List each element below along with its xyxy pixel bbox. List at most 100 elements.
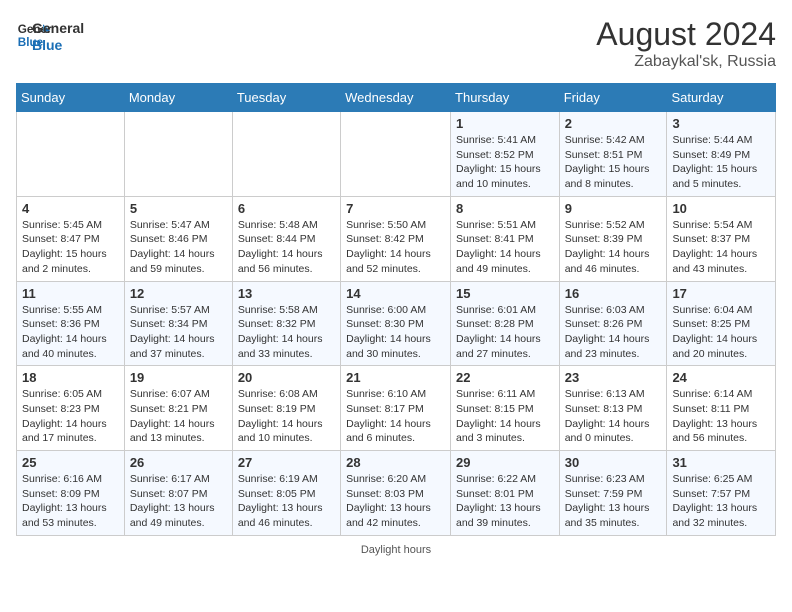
day-number: 8 [456,201,554,216]
calendar-week-row: 18Sunrise: 6:05 AM Sunset: 8:23 PM Dayli… [17,366,776,451]
footer-note: Daylight hours [16,544,776,556]
calendar-cell: 26 Sunrise: 6:17 AM Sunset: 8:07 PM Dayli… [124,451,232,536]
calendar-cell: 8 Sunrise: 5:51 AM Sunset: 8:41 PM Daylig… [451,196,560,281]
day-of-week-header: Monday [124,84,232,112]
day-number: 22 [456,370,554,385]
day-info: Sunrise: 6:11 AM Sunset: 8:15 PM Dayligh… [456,387,554,446]
day-info: Sunrise: 6:14 AM Sunset: 8:11 PM Dayligh… [672,387,770,446]
day-of-week-header: Wednesday [341,84,451,112]
calendar-week-row: 1 Sunrise: 5:41 AM Sunset: 8:52 PM Daylig… [17,112,776,197]
day-number: 27 [238,455,335,470]
logo-line1: General [32,20,84,37]
day-info: Sunrise: 5:58 AM Sunset: 8:32 PM Dayligh… [238,303,335,362]
calendar-cell: 17Sunrise: 6:04 AM Sunset: 8:25 PM Dayli… [667,281,776,366]
day-info: Sunrise: 5:42 AM Sunset: 8:51 PM Dayligh… [565,133,662,192]
day-info: Sunrise: 6:17 AM Sunset: 8:07 PM Dayligh… [130,472,227,531]
day-info: Sunrise: 5:50 AM Sunset: 8:42 PM Dayligh… [346,218,445,277]
day-number: 18 [22,370,119,385]
day-number: 19 [130,370,227,385]
calendar-cell: 12Sunrise: 5:57 AM Sunset: 8:34 PM Dayli… [124,281,232,366]
day-info: Sunrise: 5:54 AM Sunset: 8:37 PM Dayligh… [672,218,770,277]
calendar-cell: 19 Sunrise: 6:07 AM Sunset: 8:21 PM Dayli… [124,366,232,451]
calendar-cell: 15 Sunrise: 6:01 AM Sunset: 8:28 PM Dayli… [451,281,560,366]
calendar-cell: 25 Sunrise: 6:16 AM Sunset: 8:09 PM Dayli… [17,451,125,536]
day-number: 24 [672,370,770,385]
day-info: Sunrise: 5:48 AM Sunset: 8:44 PM Dayligh… [238,218,335,277]
day-info: Sunrise: 5:45 AM Sunset: 8:47 PM Dayligh… [22,218,119,277]
calendar-cell: 14 Sunrise: 6:00 AM Sunset: 8:30 PM Dayli… [341,281,451,366]
calendar-cell: 28Sunrise: 6:20 AM Sunset: 8:03 PM Dayli… [341,451,451,536]
title-block: August 2024 Zabaykal'sk, Russia [596,16,776,71]
calendar-cell: 20 Sunrise: 6:08 AM Sunset: 8:19 PM Dayli… [232,366,340,451]
calendar-cell: 11Sunrise: 5:55 AM Sunset: 8:36 PM Dayli… [17,281,125,366]
day-number: 15 [456,286,554,301]
calendar-cell: 13Sunrise: 5:58 AM Sunset: 8:32 PM Dayli… [232,281,340,366]
day-info: Sunrise: 6:10 AM Sunset: 8:17 PM Dayligh… [346,387,445,446]
logo: General Blue General Blue [16,16,84,54]
day-info: Sunrise: 6:13 AM Sunset: 8:13 PM Dayligh… [565,387,662,446]
day-number: 25 [22,455,119,470]
day-info: Sunrise: 5:55 AM Sunset: 8:36 PM Dayligh… [22,303,119,362]
day-of-week-header: Thursday [451,84,560,112]
day-info: Sunrise: 6:23 AM Sunset: 7:59 PM Dayligh… [565,472,662,531]
calendar-cell: 9Sunrise: 5:52 AM Sunset: 8:39 PM Daylig… [559,196,667,281]
day-number: 4 [22,201,119,216]
calendar-cell: 6 Sunrise: 5:48 AM Sunset: 8:44 PM Daylig… [232,196,340,281]
day-number: 26 [130,455,227,470]
calendar-cell: 22 Sunrise: 6:11 AM Sunset: 8:15 PM Dayli… [451,366,560,451]
calendar-cell: 3 Sunrise: 5:44 AM Sunset: 8:49 PM Daylig… [667,112,776,197]
calendar-cell: 23 Sunrise: 6:13 AM Sunset: 8:13 PM Dayli… [559,366,667,451]
calendar-cell: 24 Sunrise: 6:14 AM Sunset: 8:11 PM Dayli… [667,366,776,451]
day-number: 31 [672,455,770,470]
day-info: Sunrise: 6:04 AM Sunset: 8:25 PM Dayligh… [672,303,770,362]
day-number: 7 [346,201,445,216]
month-year: August 2024 [596,16,776,53]
day-number: 5 [130,201,227,216]
calendar-cell: 4 Sunrise: 5:45 AM Sunset: 8:47 PM Daylig… [17,196,125,281]
calendar-cell: 2Sunrise: 5:42 AM Sunset: 8:51 PM Daylig… [559,112,667,197]
calendar-cell: 16Sunrise: 6:03 AM Sunset: 8:26 PM Dayli… [559,281,667,366]
day-info: Sunrise: 5:41 AM Sunset: 8:52 PM Dayligh… [456,133,554,192]
calendar-cell: 18Sunrise: 6:05 AM Sunset: 8:23 PM Dayli… [17,366,125,451]
calendar-cell [124,112,232,197]
calendar-cell: 30 Sunrise: 6:23 AM Sunset: 7:59 PM Dayli… [559,451,667,536]
calendar-table: SundayMondayTuesdayWednesdayThursdayFrid… [16,83,776,536]
calendar-cell: 31Sunrise: 6:25 AM Sunset: 7:57 PM Dayli… [667,451,776,536]
calendar-cell: 27 Sunrise: 6:19 AM Sunset: 8:05 PM Dayli… [232,451,340,536]
day-number: 30 [565,455,662,470]
day-number: 14 [346,286,445,301]
location: Zabaykal'sk, Russia [596,53,776,71]
day-number: 1 [456,116,554,131]
page-header: General Blue General Blue August 2024 Za… [16,16,776,71]
calendar-cell [17,112,125,197]
calendar-header-row: SundayMondayTuesdayWednesdayThursdayFrid… [17,84,776,112]
day-number: 28 [346,455,445,470]
day-info: Sunrise: 6:16 AM Sunset: 8:09 PM Dayligh… [22,472,119,531]
day-info: Sunrise: 6:22 AM Sunset: 8:01 PM Dayligh… [456,472,554,531]
calendar-week-row: 4 Sunrise: 5:45 AM Sunset: 8:47 PM Daylig… [17,196,776,281]
calendar-cell: 5Sunrise: 5:47 AM Sunset: 8:46 PM Daylig… [124,196,232,281]
day-of-week-header: Sunday [17,84,125,112]
day-number: 9 [565,201,662,216]
day-number: 20 [238,370,335,385]
day-info: Sunrise: 6:07 AM Sunset: 8:21 PM Dayligh… [130,387,227,446]
day-number: 6 [238,201,335,216]
day-number: 21 [346,370,445,385]
day-of-week-header: Tuesday [232,84,340,112]
day-info: Sunrise: 6:19 AM Sunset: 8:05 PM Dayligh… [238,472,335,531]
day-number: 12 [130,286,227,301]
day-number: 16 [565,286,662,301]
day-number: 29 [456,455,554,470]
day-number: 3 [672,116,770,131]
calendar-cell [341,112,451,197]
day-number: 23 [565,370,662,385]
calendar-cell: 1 Sunrise: 5:41 AM Sunset: 8:52 PM Daylig… [451,112,560,197]
day-info: Sunrise: 6:01 AM Sunset: 8:28 PM Dayligh… [456,303,554,362]
calendar-week-row: 11Sunrise: 5:55 AM Sunset: 8:36 PM Dayli… [17,281,776,366]
day-info: Sunrise: 5:44 AM Sunset: 8:49 PM Dayligh… [672,133,770,192]
day-info: Sunrise: 6:00 AM Sunset: 8:30 PM Dayligh… [346,303,445,362]
calendar-cell [232,112,340,197]
day-info: Sunrise: 5:51 AM Sunset: 8:41 PM Dayligh… [456,218,554,277]
calendar-cell: 21 Sunrise: 6:10 AM Sunset: 8:17 PM Dayli… [341,366,451,451]
day-info: Sunrise: 6:08 AM Sunset: 8:19 PM Dayligh… [238,387,335,446]
